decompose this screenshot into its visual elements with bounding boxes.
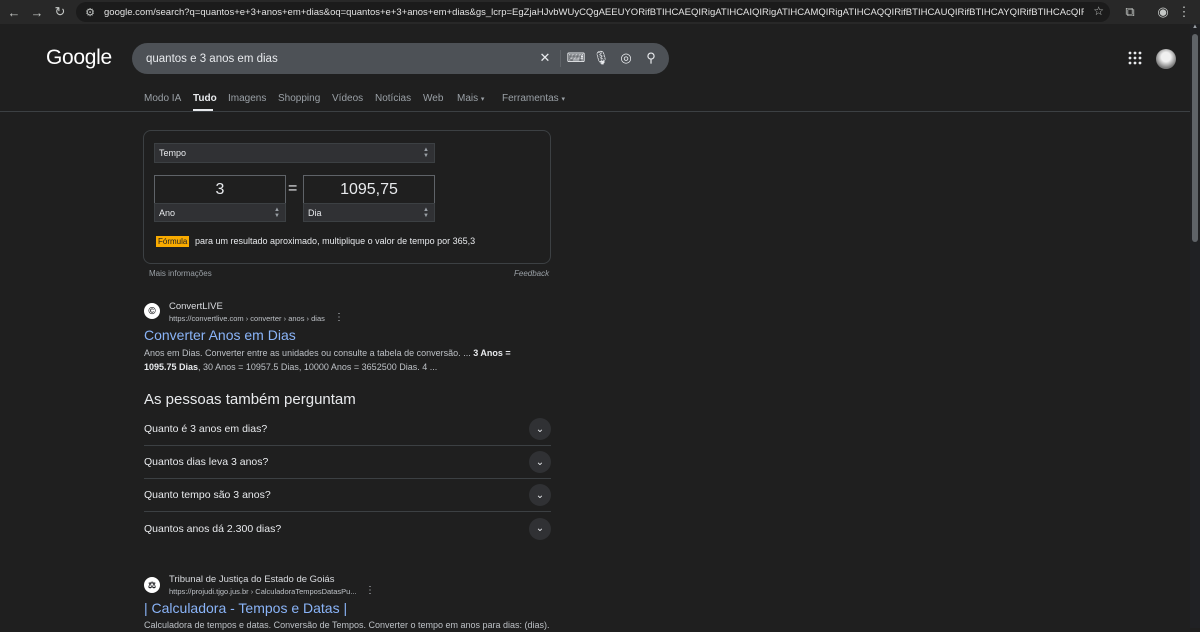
search-input[interactable] (144, 43, 524, 74)
active-tab-indicator (193, 109, 213, 111)
caret-down-icon: ▾ (480, 96, 485, 103)
site-info-icon[interactable]: ⚙ (82, 4, 98, 20)
tab-tudo[interactable]: Tudo (193, 93, 217, 104)
result-snippet: Calculadora de tempos e datas. Conversão… (144, 620, 550, 630)
paa-question-text: Quanto é 3 anos em dias? (144, 423, 268, 435)
category-select[interactable]: Tempo ▲ ▼ (154, 143, 435, 163)
formula-badge: Fórmula (156, 236, 190, 247)
tab-ferramentas[interactable]: Ferramentas ▾ (502, 93, 565, 104)
microphone-icon[interactable]: 🎙 (593, 50, 610, 66)
address-bar[interactable]: ⚙ google.com/search?q=quantos+e+3+anos+e… (76, 2, 1110, 22)
chevron-down-icon[interactable]: ⌄ (529, 484, 551, 506)
url-text[interactable]: google.com/search?q=quantos+e+3+anos+em+… (104, 7, 1084, 18)
snippet-part: , 30 Anos = 10957.5 Dias, 10000 Anos = 3… (198, 362, 438, 372)
reload-icon[interactable]: ↻ (51, 3, 69, 21)
profile-icon[interactable]: ◉ (1154, 3, 1172, 21)
snippet-part: Anos em Dias. Converter entre as unidade… (144, 348, 474, 358)
from-unit-select[interactable]: Ano ▲ ▼ (154, 203, 286, 222)
to-unit-select[interactable]: Dia ▲ ▼ (303, 203, 435, 222)
result-site-name[interactable]: Tribunal de Justiça do Estado de Goiás (169, 574, 334, 585)
url-host: google.com (104, 6, 154, 18)
paa-question[interactable]: Quantos dias leva 3 anos? ⌄ (144, 446, 551, 479)
forward-arrow-icon[interactable]: → (28, 3, 46, 21)
account-avatar[interactable] (1156, 49, 1176, 69)
chevron-down-icon[interactable]: ⌄ (529, 451, 551, 473)
caret-down-icon: ▾ (561, 96, 565, 103)
to-value-input[interactable]: 1095,75 (303, 175, 435, 204)
tab-shopping[interactable]: Shopping (278, 93, 320, 104)
page-scrollbar[interactable]: ▲ (1190, 24, 1200, 628)
convertlive-favicon[interactable]: © (144, 303, 160, 319)
to-unit-value: Dia (308, 207, 322, 218)
tab-videos[interactable]: Vídeos (332, 93, 363, 104)
paa-question-text: Quantos dias leva 3 anos? (144, 456, 269, 468)
more-options-icon[interactable]: ⋮ (334, 312, 344, 323)
tab-imagens[interactable]: Imagens (228, 93, 266, 104)
more-info-link[interactable]: Mais informações (149, 269, 212, 278)
tjgo-favicon[interactable]: ⚖ (144, 577, 160, 593)
more-options-icon[interactable]: ⋮ (365, 585, 375, 596)
formula-text: para um resultado aproximado, multipliqu… (195, 236, 476, 246)
select-arrows-icon: ▲ ▼ (423, 206, 429, 219)
result-title-link[interactable]: | Calculadora - Tempos e Datas | (144, 600, 347, 616)
paa-question-text: Quantos anos dá 2.300 dias? (144, 522, 282, 535)
category-value: Tempo (159, 148, 187, 158)
apps-grid-icon[interactable] (1128, 51, 1142, 65)
result-site-name[interactable]: ConvertLIVE (169, 301, 223, 312)
search-icon[interactable]: ⚲ (643, 50, 659, 66)
result-snippet: Anos em Dias. Converter entre as unidade… (144, 346, 544, 374)
extensions-icon[interactable]: ⧉ (1121, 3, 1139, 21)
tab-mais[interactable]: Mais ▾ (457, 93, 484, 104)
paa-question[interactable]: Quanto tempo são 3 anos? ⌄ (144, 479, 551, 512)
bookmark-star-icon[interactable]: ☆ (1093, 4, 1104, 18)
lens-camera-icon[interactable]: ◎ (618, 50, 634, 66)
feedback-link[interactable]: Feedback (514, 269, 549, 278)
result-title-link[interactable]: Converter Anos em Dias (144, 327, 296, 343)
tab-modo-ia[interactable]: Modo IA (144, 93, 181, 104)
result-url[interactable]: https://projudi.tjgo.jus.br › Calculador… (169, 587, 357, 596)
scroll-up-arrow-icon[interactable]: ▲ (1192, 24, 1198, 30)
paa-question[interactable]: Quanto é 3 anos em dias? ⌄ (144, 413, 551, 446)
search-box[interactable]: ✕ ⌨ 🎙 ◎ ⚲ (132, 43, 669, 74)
result-url[interactable]: https://convertlive.com › converter › an… (169, 314, 325, 323)
tab-mais-label: Mais (457, 93, 479, 104)
paa-question-text: Quanto tempo são 3 anos? (144, 489, 271, 501)
tab-web[interactable]: Web (423, 93, 443, 104)
select-arrows-icon: ▲ ▼ (423, 147, 429, 159)
paa-question[interactable]: Quantos anos dá 2.300 dias? ⌄ (144, 512, 551, 545)
select-arrows-icon: ▲ ▼ (274, 206, 280, 219)
equals-sign: = (288, 180, 298, 197)
url-path: /search?q=quantos+e+3+anos+em+dias&oq=qu… (153, 6, 1084, 18)
paa-heading: As pessoas também perguntam (144, 391, 356, 408)
google-logo[interactable]: Google (46, 46, 112, 70)
clear-icon[interactable]: ✕ (537, 50, 553, 66)
from-value-input[interactable]: 3 (154, 175, 286, 204)
tab-noticias[interactable]: Notícias (375, 93, 411, 104)
browser-toolbar: ← → ↻ ⚙ google.com/search?q=quantos+e+3+… (0, 0, 1200, 24)
chevron-down-icon[interactable]: ⌄ (529, 517, 551, 540)
divider (560, 50, 561, 67)
chevron-down-icon[interactable]: ⌄ (529, 418, 551, 440)
keyboard-icon[interactable]: ⌨ (567, 50, 586, 66)
tab-ferramentas-label: Ferramentas (502, 93, 559, 104)
scrollbar-thumb[interactable] (1192, 34, 1198, 242)
back-arrow-icon[interactable]: ← (5, 3, 23, 21)
menu-kebab-icon[interactable]: ⋮ (1175, 3, 1193, 21)
from-unit-value: Ano (159, 207, 176, 218)
